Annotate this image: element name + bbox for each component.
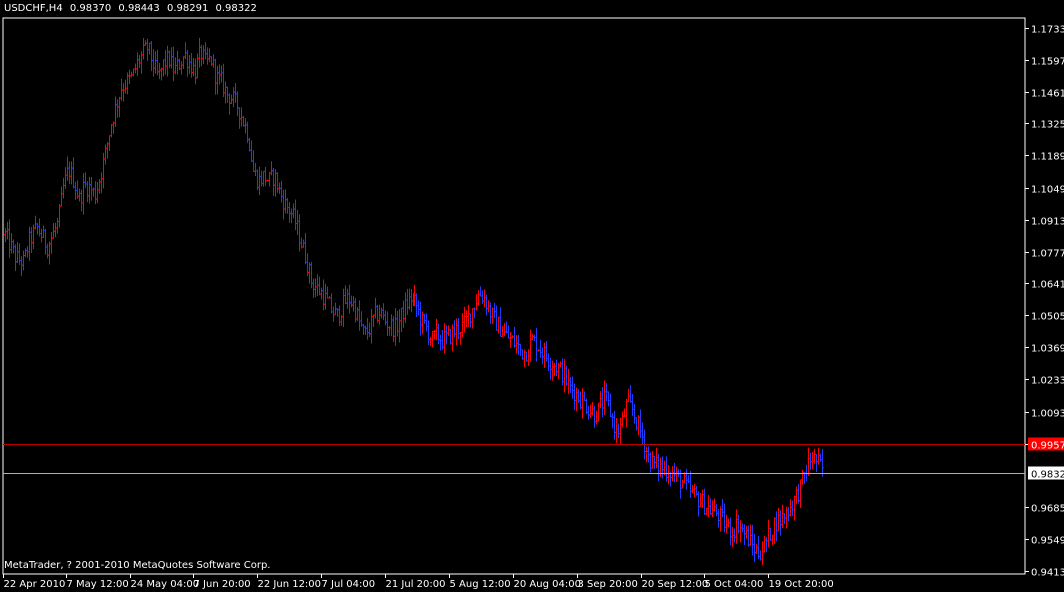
y-tick-label: 1.02330 — [1031, 376, 1064, 387]
plot-frame — [2, 17, 1026, 575]
low-value: 0.98291 — [166, 3, 209, 14]
ask-price-label: 0.99570 — [1031, 441, 1064, 452]
chart-window[interactable]: 1.17330 1.15970 1.14610 1.13250 1.11890 1.104… — [0, 0, 1064, 592]
symbol-label: USDCHF,H4 — [4, 3, 63, 14]
y-tick-label: 1.11890 — [1031, 152, 1064, 163]
y-tick-label: 1.00930 — [1031, 409, 1064, 420]
x-tick-label: 7 May 12:00 — [67, 579, 129, 590]
price-chart[interactable]: 1.17330 1.15970 1.14610 1.13250 1.11890 1.104… — [0, 0, 1064, 592]
y-tick-label: 1.10490 — [1031, 185, 1064, 196]
bid-price-label: 0.98322 — [1031, 470, 1064, 481]
x-tick-label: 20 Aug 04:00 — [514, 579, 581, 590]
chart-title: USDCHF,H4 0.98370 0.98443 0.98291 0.9832… — [4, 3, 261, 14]
y-tick-label: 1.03690 — [1031, 344, 1064, 355]
y-tick-label: 1.09130 — [1031, 217, 1064, 228]
x-tick-label: 24 May 04:00 — [131, 579, 200, 590]
y-tick-label: 1.05050 — [1031, 312, 1064, 323]
y-tick-label: 1.13250 — [1031, 120, 1064, 131]
high-value: 0.98443 — [118, 3, 160, 14]
x-tick-label: 7 Jul 04:00 — [322, 579, 376, 590]
y-tick-label: 0.95490 — [1031, 536, 1064, 547]
x-tick-label: 19 Oct 20:00 — [769, 579, 834, 590]
y-tick-label: 1.15970 — [1031, 57, 1064, 68]
x-tick-label: 22 Jun 12:00 — [258, 579, 322, 590]
x-tick-label: 5 Oct 04:00 — [705, 579, 764, 590]
copyright-text: MetaTrader, ? 2001-2010 MetaQuotes Softw… — [4, 560, 271, 571]
y-tick-label: 1.14610 — [1031, 89, 1064, 100]
close-value: 0.98322 — [215, 3, 257, 14]
y-tick-label: 1.17330 — [1031, 25, 1064, 36]
x-tick-label: 20 Sep 12:00 — [642, 579, 709, 590]
y-tick-label: 0.96850 — [1031, 504, 1064, 515]
x-tick-label: 3 Sep 20:00 — [578, 579, 638, 590]
y-tick-label: 1.07770 — [1031, 249, 1064, 260]
open-value: 0.98370 — [69, 3, 112, 14]
y-tick-label: 1.06410 — [1031, 280, 1064, 291]
y-tick-label: 0.94130 — [1031, 568, 1064, 579]
x-tick-label: 5 Aug 12:00 — [450, 579, 511, 590]
x-tick-label: 22 Apr 2010 — [4, 579, 66, 590]
x-tick-label: 7 Jun 20:00 — [194, 579, 251, 590]
x-tick-label: 21 Jul 20:00 — [386, 579, 446, 590]
